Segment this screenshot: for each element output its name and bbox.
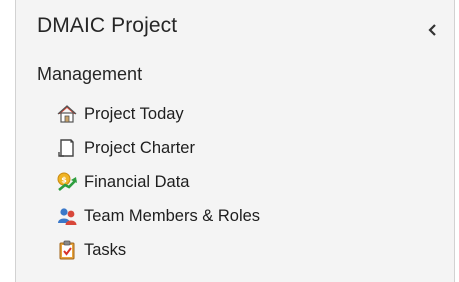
nav-item-label: Project Charter bbox=[84, 138, 195, 157]
section-title-management: Management bbox=[37, 64, 143, 84]
collapse-panel-button[interactable] bbox=[426, 22, 440, 38]
house-icon bbox=[56, 103, 78, 125]
financial-chart-icon: $ bbox=[56, 171, 78, 193]
team-members-icon bbox=[56, 205, 78, 227]
nav-item-project-charter[interactable]: Project Charter bbox=[56, 131, 260, 165]
nav-item-team-members-roles[interactable]: Team Members & Roles bbox=[56, 199, 260, 233]
nav-item-label: Project Today bbox=[84, 104, 184, 123]
nav-item-financial-data[interactable]: $ Financial Data bbox=[56, 165, 260, 199]
nav-item-label: Team Members & Roles bbox=[84, 206, 261, 225]
chevron-left-icon bbox=[428, 24, 436, 36]
panel-title: DMAIC Project bbox=[37, 14, 178, 37]
navigation-panel: DMAIC Project Management Project Today P… bbox=[15, 0, 455, 282]
nav-item-project-today[interactable]: Project Today bbox=[56, 97, 260, 131]
clipboard-checklist-icon bbox=[56, 239, 78, 261]
nav-item-tasks[interactable]: Tasks bbox=[56, 233, 260, 267]
nav-item-label: Financial Data bbox=[84, 172, 190, 191]
nav-item-label: Tasks bbox=[84, 240, 127, 259]
svg-text:$: $ bbox=[61, 176, 67, 185]
management-nav-list: Project Today Project Charter $ Financia… bbox=[56, 97, 260, 267]
document-icon bbox=[56, 137, 78, 159]
